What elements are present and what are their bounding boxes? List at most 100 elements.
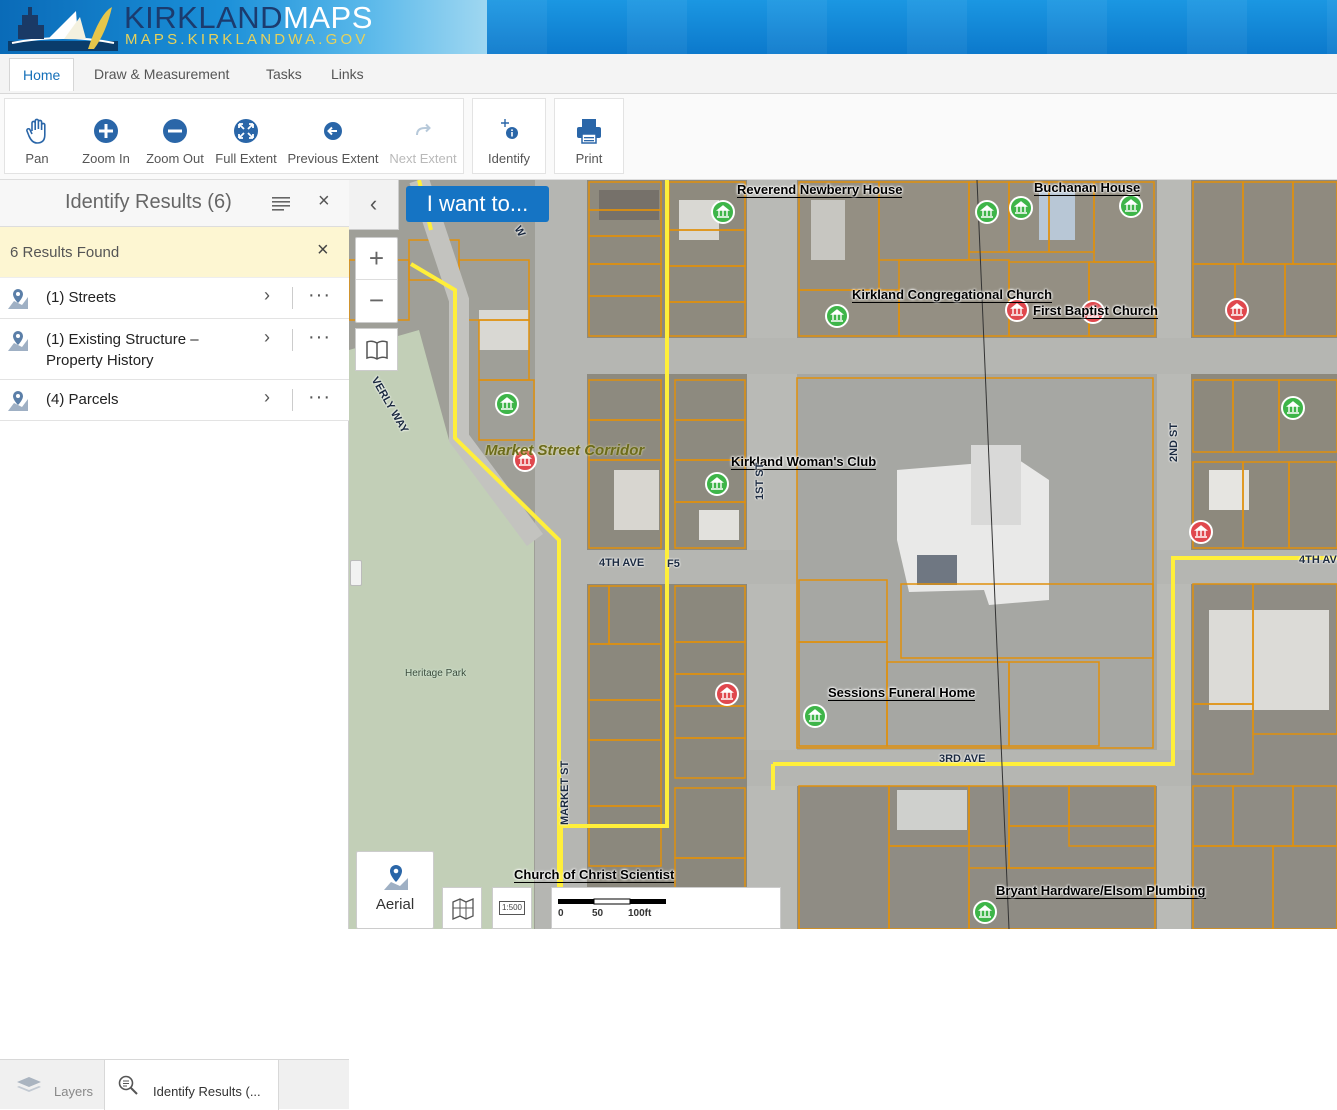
app-subtitle: MAPS.KIRKLANDWA.GOV <box>125 31 369 48</box>
street-label-1st-st: 1ST ST <box>754 462 766 500</box>
panel-header: Identify Results (6) × <box>0 180 349 227</box>
toolbar: Pan Zoom In Zoom Out Full Extent Previou… <box>0 94 1337 180</box>
map-zoom-in-button[interactable]: + <box>356 238 397 280</box>
landmark-green-icon[interactable] <box>1119 194 1143 218</box>
more-options-icon[interactable]: ··· <box>308 284 331 307</box>
dismiss-results-icon[interactable]: × <box>317 239 329 262</box>
label-heritage-park: Heritage Park <box>405 668 467 679</box>
map-pin-icon <box>8 289 28 309</box>
label-market-street-corridor: Market Street Corridor <box>485 442 645 459</box>
map-zoom-control: + − <box>355 237 398 323</box>
ribbon-tabs: Home Draw & Measurement Tasks Links <box>0 54 1337 94</box>
landmark-red-icon[interactable] <box>715 682 739 706</box>
tab-layers[interactable]: Layers <box>0 1060 104 1110</box>
street-label-3rd-ave: 3RD AVE <box>939 753 986 765</box>
navigation-group: Pan Zoom In Zoom Out Full Extent Previou… <box>4 98 464 174</box>
more-options-icon[interactable]: ··· <box>308 326 331 349</box>
arrow-right-icon <box>416 123 431 136</box>
street-label-4th-ave-west: 4TH AVE <box>599 557 645 569</box>
scale-button[interactable]: 1:500 <box>492 887 532 929</box>
map-pin-icon <box>8 391 28 411</box>
label-first-baptist-church: First Baptist Church <box>1033 303 1158 319</box>
label-sessions-funeral-home: Sessions Funeral Home <box>828 685 976 701</box>
aerial-basemap-toggle[interactable]: Aerial <box>356 851 434 929</box>
results-found-banner: 6 Results Found × <box>0 227 349 278</box>
print-button[interactable]: Print <box>555 99 623 175</box>
result-row-parcels[interactable]: (4) Parcels › ··· <box>0 380 349 421</box>
chevron-right-icon[interactable]: › <box>264 285 270 306</box>
layers-icon <box>17 1077 41 1092</box>
tab-tasks[interactable]: Tasks <box>253 58 315 90</box>
landmark-red-icon[interactable] <box>1189 520 1213 544</box>
panel-close-icon[interactable]: × <box>318 190 330 213</box>
map-view[interactable]: Reverend Newberry House Buchanan House K… <box>349 180 1337 929</box>
identify-group: Identify <box>472 98 546 174</box>
map-grid-icon <box>452 898 474 920</box>
tab-home[interactable]: Home <box>9 58 75 91</box>
printer-icon <box>577 119 601 144</box>
i-want-to-button[interactable]: I want to... <box>406 186 549 222</box>
result-row-existing-structure[interactable]: (1) Existing Structure – Property Histor… <box>0 319 349 380</box>
landmark-green-icon[interactable] <box>973 900 997 924</box>
label-kirkland-womans-club: Kirkland Woman's Club <box>731 454 877 470</box>
landmark-green-icon[interactable] <box>711 200 735 224</box>
tab-links[interactable]: Links <box>318 58 377 90</box>
hand-icon <box>26 118 46 144</box>
landmark-green-icon[interactable] <box>975 200 999 224</box>
next-extent-button[interactable]: Next Extent <box>385 99 461 175</box>
zoom-out-icon <box>163 119 187 143</box>
tab-identify-results[interactable]: Identify Results (... <box>104 1060 279 1110</box>
banner-stripe <box>487 0 1337 54</box>
search-list-icon <box>118 1075 138 1095</box>
aerial-basemap <box>349 180 1337 929</box>
landmark-green-icon[interactable] <box>825 304 849 328</box>
tab-draw-measurement[interactable]: Draw & Measurement <box>81 58 242 90</box>
book-icon <box>366 340 388 360</box>
scale-bar: 0 50 100ft <box>551 887 781 929</box>
panel-resize-handle[interactable] <box>350 560 362 586</box>
result-row-streets[interactable]: (1) Streets › ··· <box>0 278 349 319</box>
street-label-2nd-st: 2ND ST <box>1168 422 1180 462</box>
street-label-market-st: MARKET ST <box>559 760 571 825</box>
panel-title: Identify Results (6) <box>65 191 232 213</box>
collapse-panel-button[interactable]: ‹ <box>349 180 399 230</box>
label-f5: F5 <box>667 558 680 570</box>
list-view-icon[interactable] <box>271 195 291 211</box>
full-extent-button[interactable]: Full Extent <box>211 99 281 175</box>
app-title: KIRKLANDMAPS <box>124 0 373 35</box>
print-group: Print <box>554 98 624 174</box>
landmark-green-icon[interactable] <box>1009 196 1033 220</box>
pan-button[interactable]: Pan <box>9 99 65 175</box>
label-church-of-christ-scientist: Church of Christ Scientist <box>514 867 675 883</box>
more-options-icon[interactable]: ··· <box>308 386 331 409</box>
results-found-text: 6 Results Found <box>10 244 120 261</box>
chevron-right-icon[interactable]: › <box>264 387 270 408</box>
label-kirkland-congregational-church: Kirkland Congregational Church <box>852 287 1053 303</box>
app-banner: KIRKLANDMAPS MAPS.KIRKLANDWA.GOV <box>0 0 1337 54</box>
landmark-green-icon[interactable] <box>495 392 519 416</box>
landmark-green-icon[interactable] <box>803 704 827 728</box>
map-marker-icon <box>384 865 408 890</box>
bookmarks-button[interactable] <box>355 328 398 371</box>
logo[interactable]: KIRKLANDMAPS MAPS.KIRKLANDWA.GOV <box>0 0 487 54</box>
scale-badge-icon: 1:500 <box>499 901 525 915</box>
map-pin-icon <box>8 331 28 351</box>
previous-extent-button[interactable]: Previous Extent <box>285 99 381 175</box>
panel-bottom-tabs: Layers Identify Results (... <box>0 1059 349 1110</box>
scale-bar-graphic <box>558 898 666 905</box>
identify-button[interactable]: Identify <box>473 99 545 175</box>
ferry-boat-logo-icon <box>8 7 118 51</box>
zoom-in-icon <box>94 119 118 143</box>
zoom-out-button[interactable]: Zoom Out <box>141 99 209 175</box>
landmark-green-icon[interactable] <box>1281 396 1305 420</box>
identify-results-panel: Identify Results (6) × 6 Results Found ×… <box>0 180 349 1110</box>
overview-map-button[interactable] <box>442 887 482 929</box>
map-zoom-out-button[interactable]: − <box>356 280 397 322</box>
chevron-right-icon[interactable]: › <box>264 327 270 348</box>
zoom-in-button[interactable]: Zoom In <box>75 99 137 175</box>
landmark-red-icon[interactable] <box>1225 298 1249 322</box>
landmark-green-icon[interactable] <box>705 472 729 496</box>
label-reverend-newberry-house: Reverend Newberry House <box>737 182 903 198</box>
arrow-left-icon <box>324 122 342 140</box>
label-buchanan-house: Buchanan House <box>1034 180 1141 196</box>
